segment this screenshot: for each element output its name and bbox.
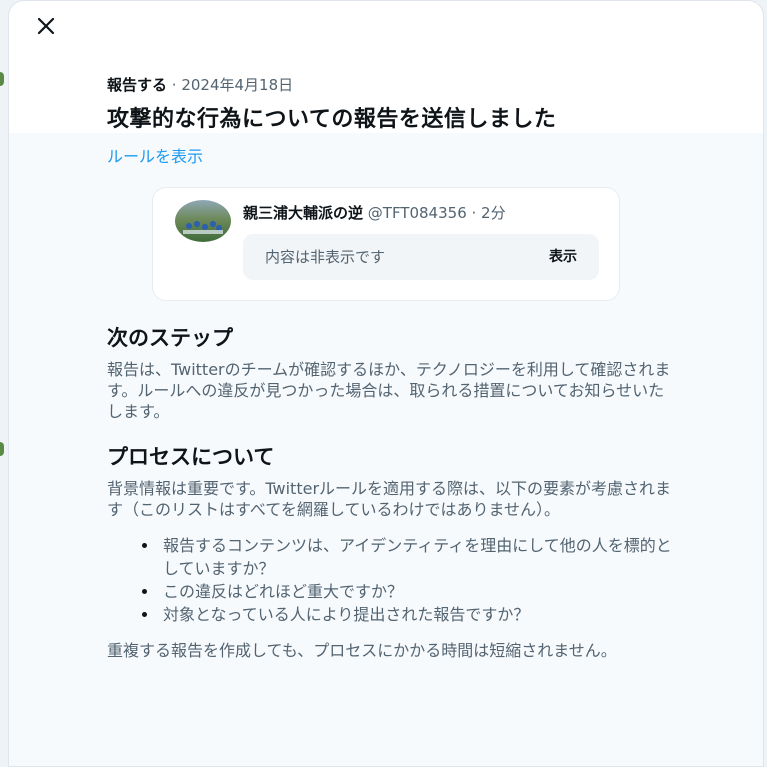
- process-footer: 重複する報告を作成しても、プロセスにかかる時間は短縮されません。: [107, 641, 617, 660]
- close-icon: [37, 17, 55, 35]
- hidden-content-label: 内容は非表示です: [265, 248, 386, 266]
- next-steps-body: 報告は、Twitterのチームが確認するほか、テクノロジーを利用して確認されます…: [107, 360, 671, 421]
- view-rules-link[interactable]: ルールを表示: [107, 143, 203, 167]
- hidden-content-box: 内容は非表示です 表示: [243, 234, 599, 280]
- report-dialog: 報告する · 2024年4月18日 攻撃的な行為についての報告を送信しました ル…: [8, 0, 764, 767]
- close-button[interactable]: [31, 11, 61, 41]
- report-date: · 2024年4月18日: [167, 76, 294, 94]
- list-item: この違反はどれほど重大ですか？: [159, 580, 675, 603]
- background-indicator: [0, 442, 4, 456]
- dialog-content: 報告する · 2024年4月18日 攻撃的な行為についての報告を送信しました ル…: [107, 73, 675, 661]
- avatar: [175, 200, 231, 242]
- tweet-header: 親三浦大輔派の逆 @TFT084356 · 2分: [243, 202, 506, 224]
- author-name[interactable]: 親三浦大輔派の逆: [243, 204, 363, 222]
- process-heading: プロセスについて: [107, 445, 275, 469]
- process-body: 背景情報は重要です。Twitterルールを適用する際は、以下の要素が考慮されます…: [107, 479, 672, 519]
- author-handle-time: @TFT084356 · 2分: [363, 204, 506, 222]
- dialog-title: 攻撃的な行為についての報告を送信しました: [107, 107, 557, 132]
- background-indicator: [0, 72, 4, 86]
- report-meta: 報告する · 2024年4月18日: [107, 73, 675, 97]
- show-content-button[interactable]: 表示: [549, 246, 577, 266]
- next-steps-heading: 次のステップ: [107, 326, 233, 350]
- criteria-list: 報告するコンテンツは、アイデンティティを理由にして他の人を標的としていますか？ …: [107, 534, 675, 626]
- list-item: 報告するコンテンツは、アイデンティティを理由にして他の人を標的としていますか？: [159, 534, 675, 580]
- report-type: 報告する: [107, 76, 168, 94]
- reported-tweet-card[interactable]: 親三浦大輔派の逆 @TFT084356 · 2分 内容は非表示です 表示: [152, 187, 620, 301]
- list-item: 対象となっている人により提出された報告ですか？: [159, 603, 675, 626]
